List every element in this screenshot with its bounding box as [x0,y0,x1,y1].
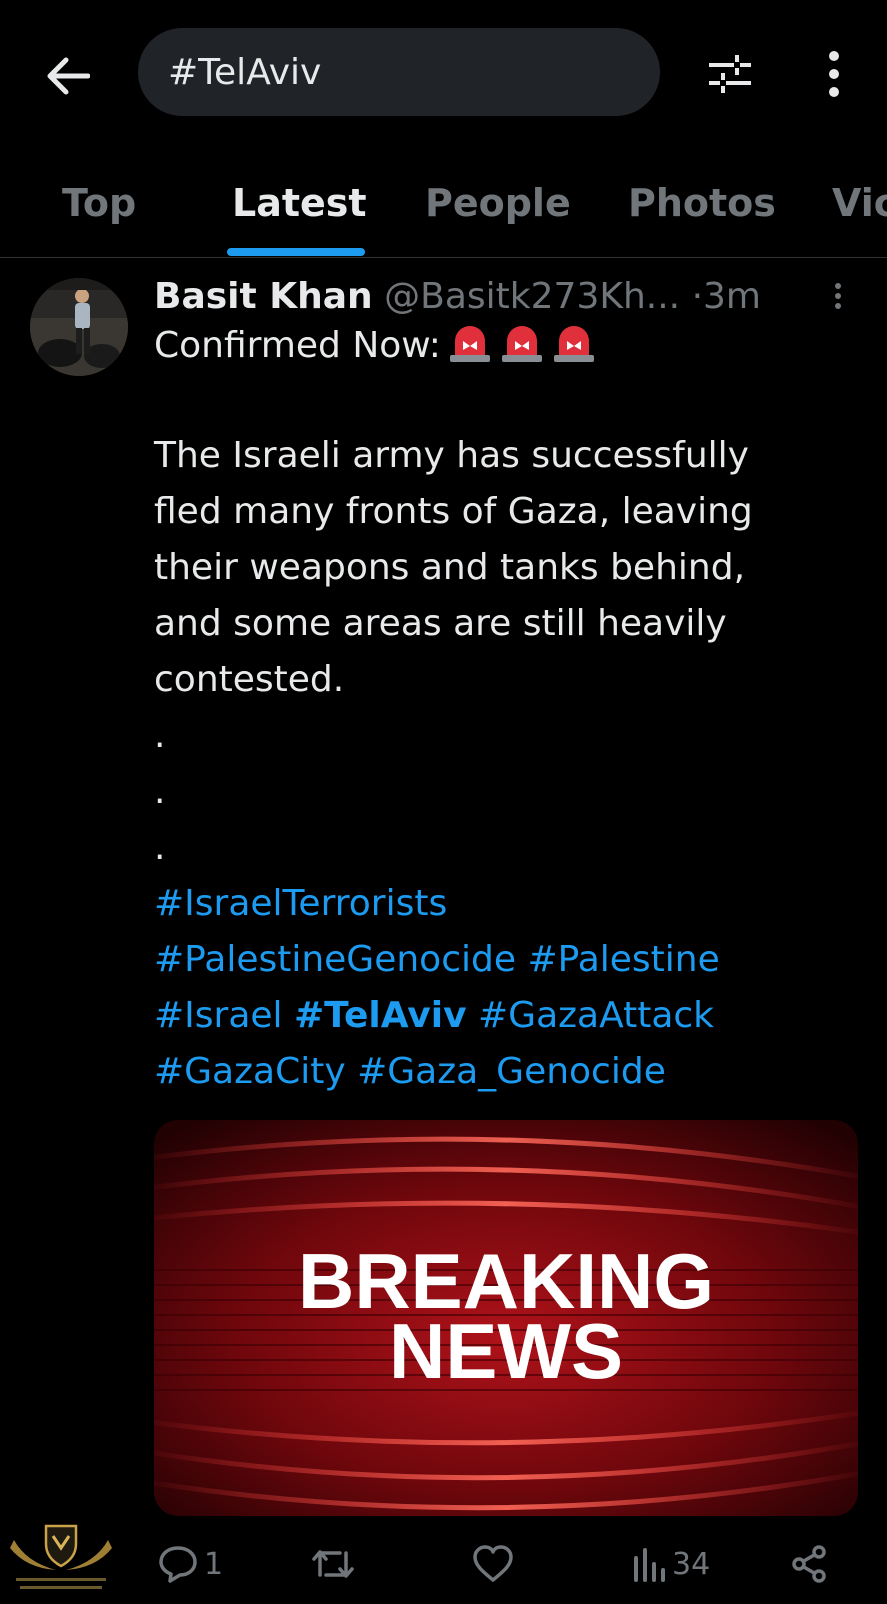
time-separator: · [691,276,704,317]
hashtag-link[interactable]: #GazaAttack [478,995,714,1036]
share-button[interactable] [790,1542,828,1586]
hashtag-link[interactable]: #Palestine [527,939,719,980]
hashtag-link[interactable]: #Israel [154,995,283,1036]
tab-latest[interactable]: Latest [232,181,367,225]
hashtag-link[interactable]: #Gaza_Genocide [357,1051,666,1092]
author-handle[interactable]: @Basitk273Kh... [384,276,680,317]
tweet-time[interactable]: 3m [703,276,761,317]
tab-top[interactable]: Top [62,181,136,225]
more-vertical-icon [829,51,839,97]
reply-icon [159,1546,197,1583]
back-button[interactable] [40,48,96,104]
author-name[interactable]: Basit Khan [154,276,373,317]
top-bar: #TelAviv [0,0,887,145]
active-tab-indicator [227,248,365,256]
hashtag-line: #Israel #TelAviv #GazaAttack [154,988,714,1044]
search-input[interactable]: #TelAviv [138,28,660,116]
like-button[interactable] [472,1542,520,1586]
search-tabs: Top Latest People Photos Vic [0,145,887,258]
tweet-header: Basit Khan @Basitk273Kh... ·3m [154,272,874,322]
filter-icon [709,55,751,93]
author-avatar[interactable] [30,278,128,376]
views-button[interactable]: 34 [632,1542,710,1586]
reply-button[interactable]: 1 [158,1542,223,1586]
watermark-logo [6,1518,116,1600]
view-count: 34 [672,1546,711,1582]
siren-icon [553,326,594,362]
tweet-text: The Israeli army has successfully [154,435,749,476]
tweet-text: Confirmed Now: [154,325,441,366]
tab-people[interactable]: People [425,181,571,225]
tweet-text: and some areas are still heavily [154,603,727,644]
hashtag-link[interactable]: #PalestineGenocide [154,939,516,980]
more-vertical-icon [835,283,841,309]
share-icon [792,1545,826,1583]
more-options-button[interactable] [804,44,864,104]
tweet-text: . [154,827,166,868]
retweet-button[interactable] [310,1542,362,1586]
hashtag-link[interactable]: #IsraelTerrorists [154,883,447,924]
tweet-text: . [154,771,166,812]
tweet-text-line: Confirmed Now: [154,318,597,374]
tweet-text: . [154,715,166,756]
hashtag-line: #PalestineGenocide #Palestine [154,932,720,988]
siren-icon [501,326,542,362]
tweet-text: contested. [154,659,345,700]
media-headline-line2: NEWS [389,1307,623,1395]
tweet-more-button[interactable] [820,278,856,314]
tab-photos[interactable]: Photos [628,181,776,225]
breaking-news-graphic: BREAKING NEWS [154,1120,858,1516]
hashtag-line: #IsraelTerrorists [154,876,447,932]
siren-icon [449,326,490,362]
hashtag-line: #GazaCity #Gaza_Genocide [154,1044,666,1100]
avatar-image [30,278,128,376]
views-icon [634,1548,665,1582]
hashtag-link[interactable]: #GazaCity [154,1051,346,1092]
reply-count: 1 [204,1546,224,1582]
hashtag-link-highlighted[interactable]: #TelAviv [294,995,467,1036]
search-filter-button[interactable] [700,44,760,104]
search-query: #TelAviv [168,51,322,93]
tweet-text: fled many fronts of Gaza, leaving [154,491,753,532]
retweet-icon [312,1550,354,1578]
back-arrow-icon [47,57,90,95]
tweet-text: their weapons and tanks behind, [154,547,746,588]
like-icon [473,1545,513,1582]
tweet-media-image[interactable]: BREAKING NEWS [154,1120,858,1516]
tab-videos[interactable]: Vic [832,181,887,225]
watermark-emblem [10,1524,112,1589]
